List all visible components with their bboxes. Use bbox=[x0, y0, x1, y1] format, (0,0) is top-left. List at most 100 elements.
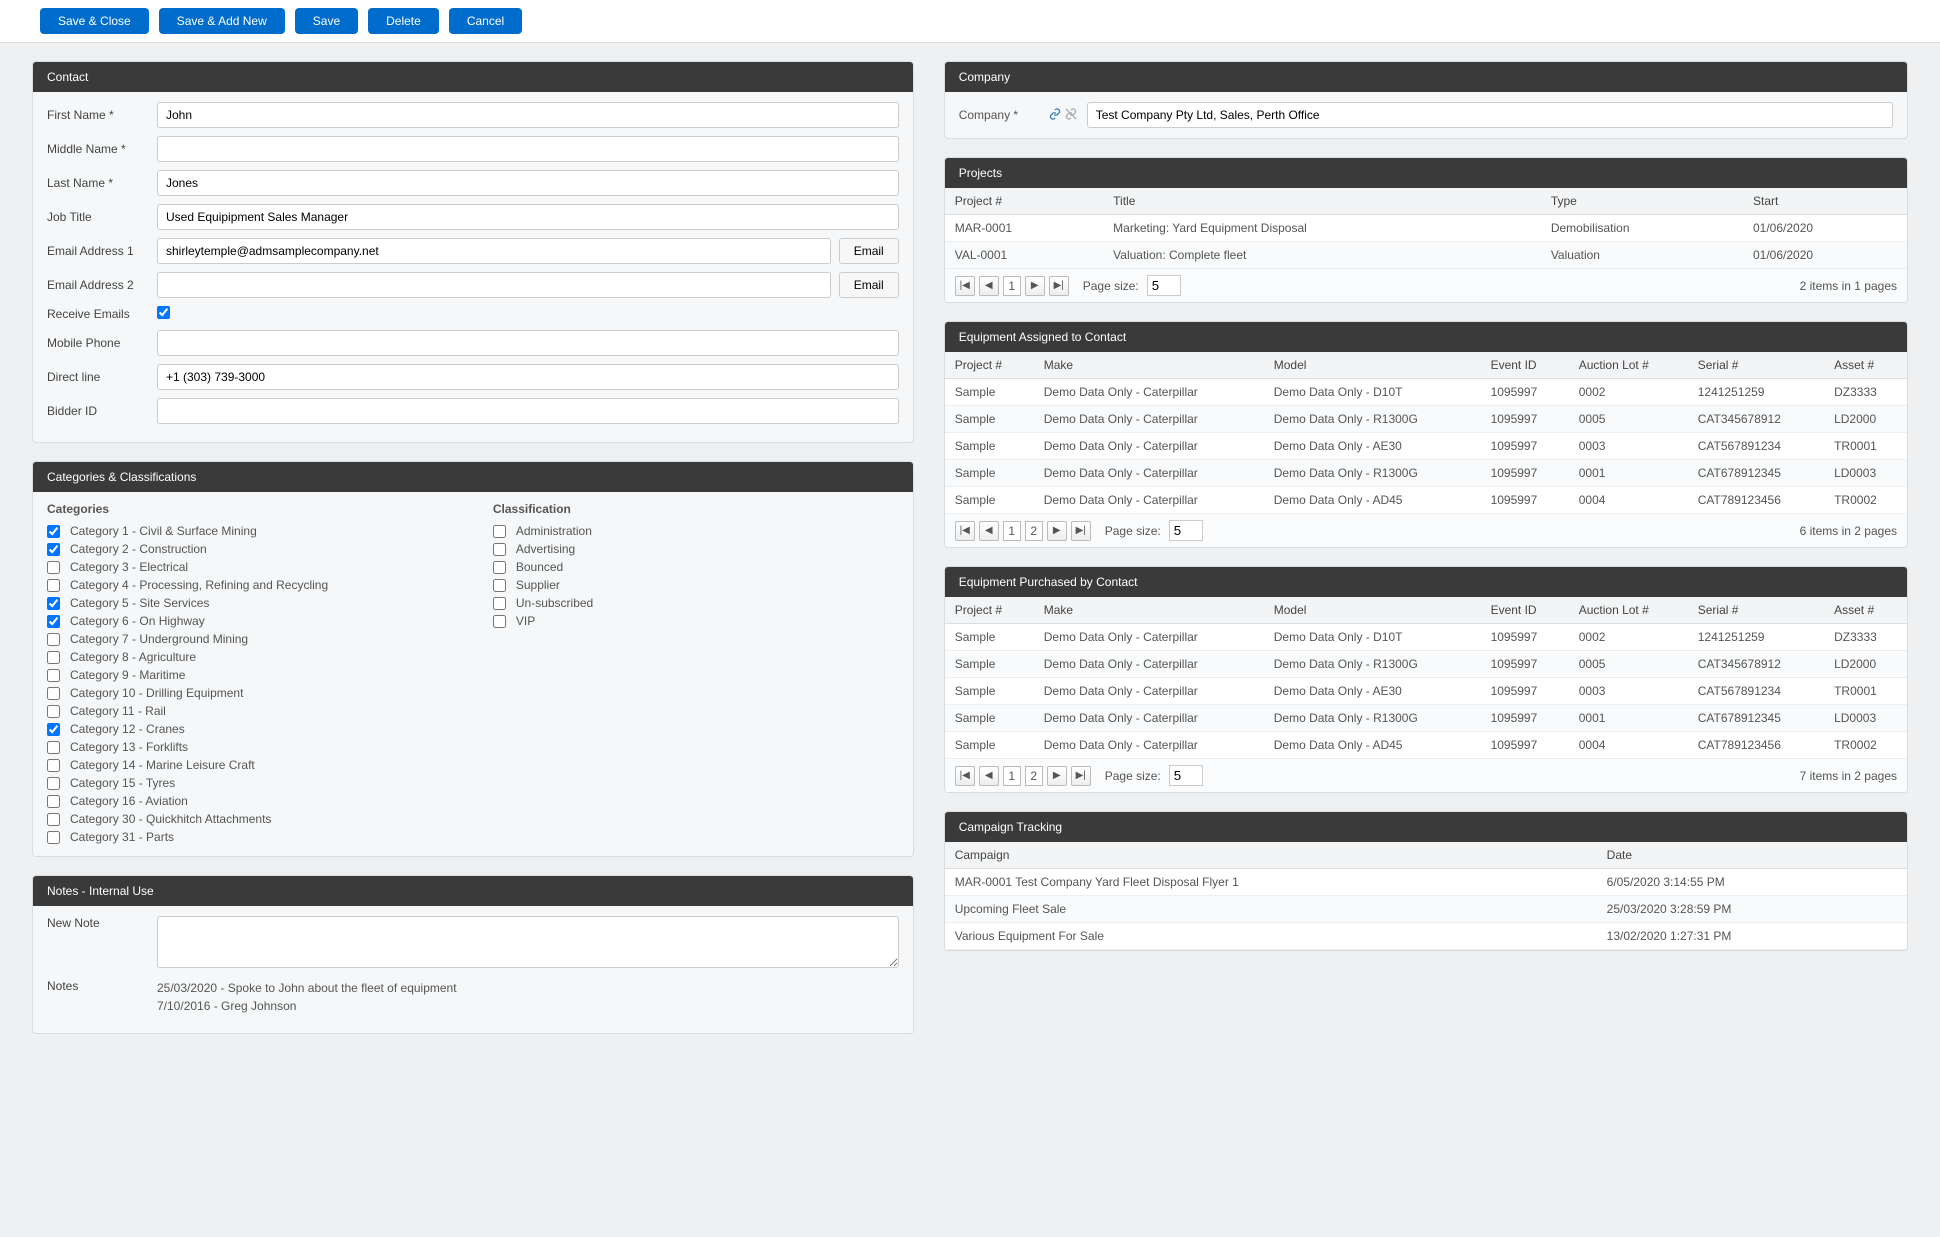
eqa-col-lot[interactable]: Auction Lot # bbox=[1569, 352, 1688, 379]
classification-checkbox[interactable] bbox=[493, 543, 506, 556]
classification-checkbox[interactable] bbox=[493, 561, 506, 574]
mobile-input[interactable] bbox=[157, 330, 899, 356]
pager-page-1[interactable]: 1 bbox=[1003, 766, 1021, 786]
pager-first-icon[interactable]: |◀ bbox=[955, 766, 975, 786]
category-checkbox[interactable] bbox=[47, 687, 60, 700]
table-row[interactable]: VAL-0001Valuation: Complete fleetValuati… bbox=[945, 242, 1907, 269]
category-checkbox[interactable] bbox=[47, 543, 60, 556]
save-add-new-button[interactable]: Save & Add New bbox=[159, 8, 285, 34]
table-row[interactable]: SampleDemo Data Only - CaterpillarDemo D… bbox=[945, 624, 1907, 651]
category-checkbox[interactable] bbox=[47, 831, 60, 844]
table-row[interactable]: SampleDemo Data Only - CaterpillarDemo D… bbox=[945, 433, 1907, 460]
category-checkbox[interactable] bbox=[47, 579, 60, 592]
eqp-col-asset[interactable]: Asset # bbox=[1824, 597, 1907, 624]
link-icon[interactable] bbox=[1049, 108, 1061, 123]
projects-col-title[interactable]: Title bbox=[1103, 188, 1541, 215]
projects-col-project[interactable]: Project # bbox=[945, 188, 1103, 215]
pager-next-icon[interactable]: ▶ bbox=[1025, 276, 1045, 296]
last-name-input[interactable] bbox=[157, 170, 899, 196]
delete-button[interactable]: Delete bbox=[368, 8, 439, 34]
category-checkbox[interactable] bbox=[47, 525, 60, 538]
eqa-col-project[interactable]: Project # bbox=[945, 352, 1034, 379]
projects-col-start[interactable]: Start bbox=[1743, 188, 1907, 215]
bidder-id-input[interactable] bbox=[157, 398, 899, 424]
eqa-col-make[interactable]: Make bbox=[1034, 352, 1264, 379]
pager-page-2[interactable]: 2 bbox=[1025, 766, 1043, 786]
eqp-col-make[interactable]: Make bbox=[1034, 597, 1264, 624]
table-row[interactable]: SampleDemo Data Only - CaterpillarDemo D… bbox=[945, 379, 1907, 406]
direct-line-input[interactable] bbox=[157, 364, 899, 390]
table-row[interactable]: SampleDemo Data Only - CaterpillarDemo D… bbox=[945, 651, 1907, 678]
category-checkbox[interactable] bbox=[47, 759, 60, 772]
table-row[interactable]: Various Equipment For Sale13/02/2020 1:2… bbox=[945, 923, 1907, 950]
pager-page-1[interactable]: 1 bbox=[1003, 521, 1021, 541]
eqp-col-lot[interactable]: Auction Lot # bbox=[1569, 597, 1688, 624]
save-close-button[interactable]: Save & Close bbox=[40, 8, 149, 34]
classification-checkbox[interactable] bbox=[493, 597, 506, 610]
page-size-input[interactable] bbox=[1169, 520, 1203, 541]
classification-checkbox[interactable] bbox=[493, 525, 506, 538]
email2-send-button[interactable]: Email bbox=[839, 272, 899, 298]
eqp-col-serial[interactable]: Serial # bbox=[1688, 597, 1824, 624]
category-checkbox[interactable] bbox=[47, 633, 60, 646]
table-row[interactable]: Upcoming Fleet Sale25/03/2020 3:28:59 PM bbox=[945, 896, 1907, 923]
pager-first-icon[interactable]: |◀ bbox=[955, 276, 975, 296]
pager-next-icon[interactable]: ▶ bbox=[1047, 766, 1067, 786]
table-row[interactable]: SampleDemo Data Only - CaterpillarDemo D… bbox=[945, 406, 1907, 433]
pager-prev-icon[interactable]: ◀ bbox=[979, 766, 999, 786]
page-size-input[interactable] bbox=[1169, 765, 1203, 786]
category-checkbox[interactable] bbox=[47, 795, 60, 808]
category-checkbox[interactable] bbox=[47, 777, 60, 790]
eqa-col-serial[interactable]: Serial # bbox=[1688, 352, 1824, 379]
pager-prev-icon[interactable]: ◀ bbox=[979, 276, 999, 296]
category-checkbox[interactable] bbox=[47, 705, 60, 718]
email1-send-button[interactable]: Email bbox=[839, 238, 899, 264]
job-title-input[interactable] bbox=[157, 204, 899, 230]
pager-last-icon[interactable]: ▶| bbox=[1071, 766, 1091, 786]
pager-page-1[interactable]: 1 bbox=[1003, 276, 1021, 296]
category-checkbox[interactable] bbox=[47, 615, 60, 628]
company-input[interactable] bbox=[1087, 102, 1893, 128]
pager-next-icon[interactable]: ▶ bbox=[1047, 521, 1067, 541]
pager-prev-icon[interactable]: ◀ bbox=[979, 521, 999, 541]
category-checkbox[interactable] bbox=[47, 813, 60, 826]
cancel-button[interactable]: Cancel bbox=[449, 8, 522, 34]
eqa-col-model[interactable]: Model bbox=[1264, 352, 1481, 379]
save-button[interactable]: Save bbox=[295, 8, 358, 34]
eqa-col-asset[interactable]: Asset # bbox=[1824, 352, 1907, 379]
email1-input[interactable] bbox=[157, 238, 831, 264]
pager-last-icon[interactable]: ▶| bbox=[1071, 521, 1091, 541]
category-checkbox[interactable] bbox=[47, 669, 60, 682]
category-checkbox[interactable] bbox=[47, 597, 60, 610]
category-checkbox[interactable] bbox=[47, 723, 60, 736]
pager-last-icon[interactable]: ▶| bbox=[1049, 276, 1069, 296]
pager-page-2[interactable]: 2 bbox=[1025, 521, 1043, 541]
eqa-col-event[interactable]: Event ID bbox=[1481, 352, 1569, 379]
table-row[interactable]: SampleDemo Data Only - CaterpillarDemo D… bbox=[945, 705, 1907, 732]
first-name-input[interactable] bbox=[157, 102, 899, 128]
table-row[interactable]: MAR-0001Marketing: Yard Equipment Dispos… bbox=[945, 215, 1907, 242]
table-row[interactable]: SampleDemo Data Only - CaterpillarDemo D… bbox=[945, 460, 1907, 487]
table-row[interactable]: SampleDemo Data Only - CaterpillarDemo D… bbox=[945, 732, 1907, 759]
campaign-col-campaign[interactable]: Campaign bbox=[945, 842, 1597, 869]
table-row[interactable]: SampleDemo Data Only - CaterpillarDemo D… bbox=[945, 487, 1907, 514]
page-size-input[interactable] bbox=[1147, 275, 1181, 296]
pager-first-icon[interactable]: |◀ bbox=[955, 521, 975, 541]
unlink-icon[interactable] bbox=[1065, 108, 1077, 123]
eqp-col-event[interactable]: Event ID bbox=[1481, 597, 1569, 624]
table-row[interactable]: SampleDemo Data Only - CaterpillarDemo D… bbox=[945, 678, 1907, 705]
classification-checkbox[interactable] bbox=[493, 579, 506, 592]
projects-col-type[interactable]: Type bbox=[1541, 188, 1743, 215]
category-checkbox[interactable] bbox=[47, 651, 60, 664]
category-checkbox[interactable] bbox=[47, 741, 60, 754]
new-note-textarea[interactable] bbox=[157, 916, 899, 968]
classification-checkbox[interactable] bbox=[493, 615, 506, 628]
email2-input[interactable] bbox=[157, 272, 831, 298]
eqp-col-project[interactable]: Project # bbox=[945, 597, 1034, 624]
receive-emails-checkbox[interactable] bbox=[157, 306, 170, 319]
table-row[interactable]: MAR-0001 Test Company Yard Fleet Disposa… bbox=[945, 869, 1907, 896]
eqp-col-model[interactable]: Model bbox=[1264, 597, 1481, 624]
category-checkbox[interactable] bbox=[47, 561, 60, 574]
middle-name-input[interactable] bbox=[157, 136, 899, 162]
campaign-col-date[interactable]: Date bbox=[1597, 842, 1907, 869]
